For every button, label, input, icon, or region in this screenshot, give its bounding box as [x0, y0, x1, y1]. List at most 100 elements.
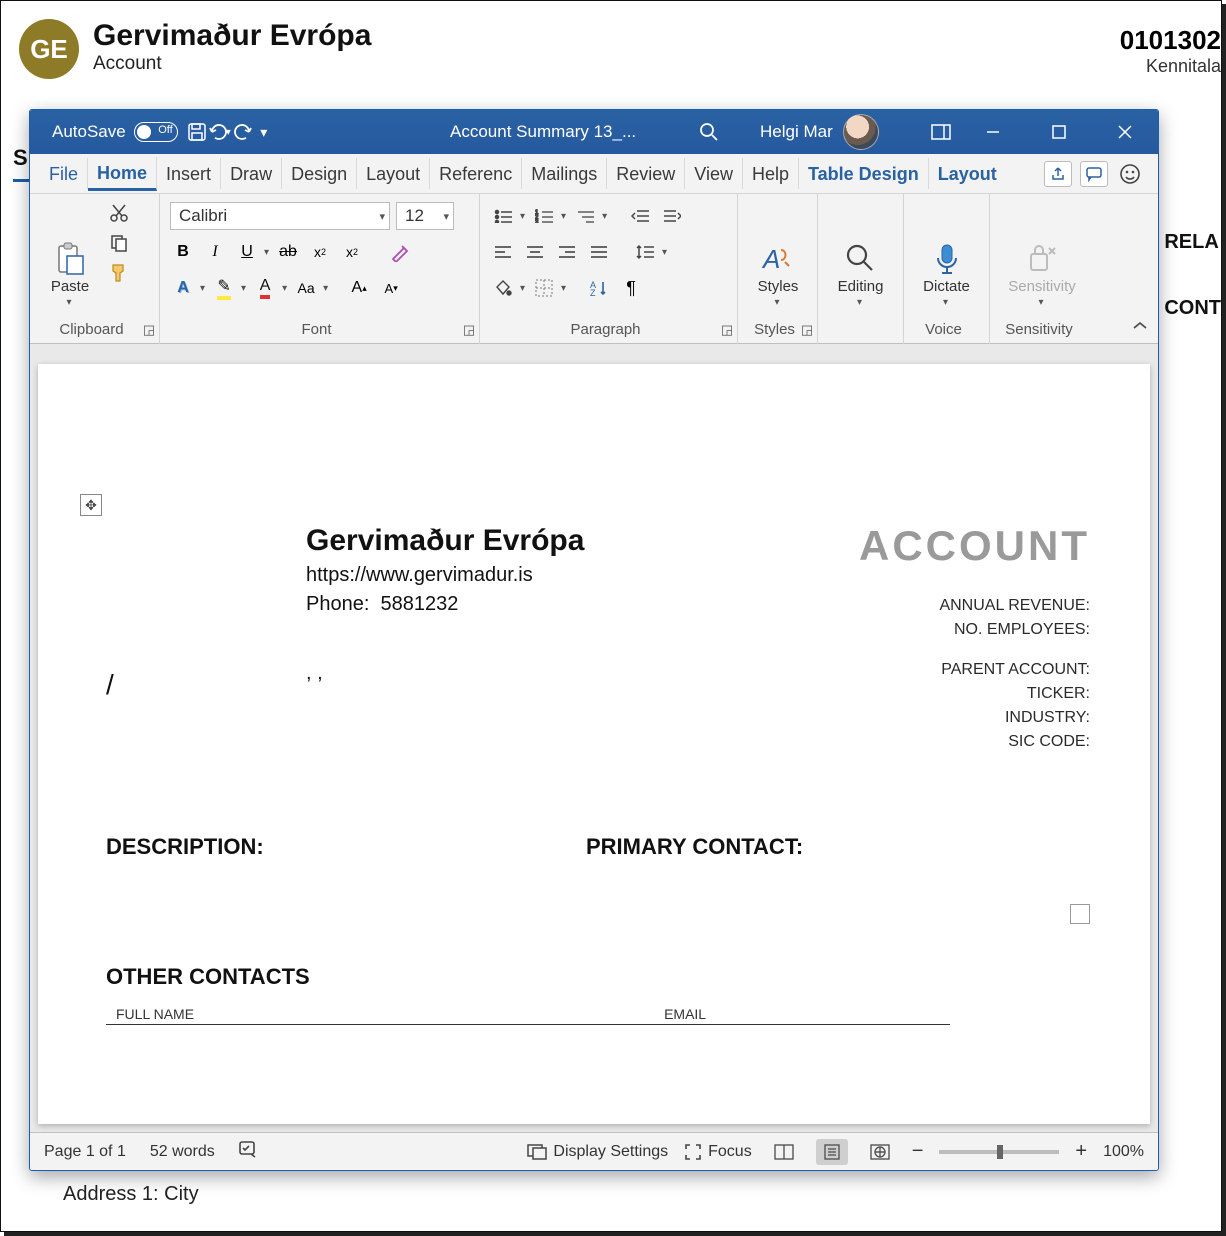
ribbon: Paste ▾ Clipboard ◲ Calibri: [30, 194, 1158, 344]
toggle-icon[interactable]: Off: [134, 122, 178, 142]
read-mode-icon[interactable]: [768, 1139, 800, 1165]
label-no-employees: NO. EMPLOYEES:: [939, 618, 1090, 642]
document-stage[interactable]: ✥ ACCOUNT Gervimaður Evrópa https://www.…: [30, 344, 1158, 1132]
line-spacing-icon[interactable]: [632, 239, 658, 265]
crm-right-cut-contacts[interactable]: CONT: [1164, 285, 1221, 331]
col-full-name: FULL NAME: [116, 1006, 194, 1022]
maximize-button[interactable]: [1026, 110, 1092, 154]
styles-launcher-icon[interactable]: ◲: [799, 322, 815, 338]
zoom-in-button[interactable]: +: [1075, 1140, 1087, 1163]
decrease-indent-icon[interactable]: [627, 203, 653, 229]
focus-button[interactable]: Focus: [684, 1143, 752, 1161]
multilevel-list-icon[interactable]: [572, 203, 598, 229]
tab-review[interactable]: Review: [607, 158, 685, 189]
comments-button[interactable]: [1080, 161, 1108, 187]
copy-icon[interactable]: [106, 230, 132, 256]
strikethrough-button[interactable]: ab: [275, 239, 301, 265]
tab-insert[interactable]: Insert: [157, 158, 221, 189]
format-painter-icon[interactable]: [106, 260, 132, 286]
superscript-button[interactable]: x2: [339, 239, 365, 265]
document-page[interactable]: ✥ ACCOUNT Gervimaður Evrópa https://www.…: [38, 364, 1150, 1124]
font-family-combo[interactable]: Calibri ▾: [170, 202, 390, 230]
search-icon[interactable]: [698, 121, 720, 143]
change-case-button[interactable]: Aa: [293, 275, 319, 301]
autosave-toggle[interactable]: AutoSave Off: [40, 122, 186, 142]
ribbon-display-icon[interactable]: [930, 121, 952, 143]
tab-home[interactable]: Home: [88, 157, 157, 191]
tab-design[interactable]: Design: [282, 158, 357, 189]
window-title: Account Summary 13_...: [450, 122, 636, 142]
highlight-icon[interactable]: ✎: [211, 275, 237, 301]
crm-id-label: Kennitala: [1120, 56, 1221, 77]
clipboard-launcher-icon[interactable]: ◲: [141, 322, 157, 338]
zoom-out-button[interactable]: −: [912, 1140, 924, 1163]
table-move-handle-icon[interactable]: ✥: [80, 494, 102, 516]
zoom-slider[interactable]: [939, 1150, 1059, 1154]
dictate-button[interactable]: Dictate ▾: [914, 200, 979, 308]
tab-mailings[interactable]: Mailings: [522, 158, 607, 189]
qat-customize-icon[interactable]: ▾: [253, 121, 275, 143]
styles-button[interactable]: A Styles ▾: [748, 200, 808, 308]
minimize-button[interactable]: [960, 110, 1026, 154]
tab-table-layout[interactable]: Layout: [929, 158, 1006, 189]
web-layout-icon[interactable]: [864, 1139, 896, 1165]
collapse-ribbon-icon[interactable]: [1132, 319, 1148, 335]
tab-layout[interactable]: Layout: [357, 158, 430, 189]
show-hide-paragraph-icon[interactable]: ¶: [618, 275, 644, 301]
svg-text:Z: Z: [590, 288, 596, 296]
sort-icon[interactable]: AZ: [586, 275, 612, 301]
close-button[interactable]: [1092, 110, 1158, 154]
editing-button[interactable]: Editing ▾: [828, 200, 893, 308]
bold-button[interactable]: B: [170, 239, 196, 265]
borders-icon[interactable]: [531, 275, 557, 301]
increase-indent-icon[interactable]: [659, 203, 685, 229]
clear-formatting-icon[interactable]: [387, 239, 413, 265]
feedback-smile-icon[interactable]: [1116, 160, 1144, 188]
align-center-icon[interactable]: [522, 239, 548, 265]
print-layout-icon[interactable]: [816, 1139, 848, 1165]
share-button[interactable]: [1044, 161, 1072, 187]
ribbon-tabs: File Home Insert Draw Design Layout Refe…: [30, 154, 1158, 194]
tab-help[interactable]: Help: [743, 158, 799, 189]
text-effects-icon[interactable]: A: [170, 275, 196, 301]
underline-button[interactable]: U: [234, 239, 260, 265]
align-right-icon[interactable]: [554, 239, 580, 265]
shading-icon[interactable]: [490, 275, 516, 301]
font-launcher-icon[interactable]: ◲: [461, 322, 477, 338]
align-left-icon[interactable]: [490, 239, 516, 265]
grow-font-button[interactable]: A▴: [346, 275, 372, 301]
shrink-font-button[interactable]: A▾: [378, 275, 404, 301]
label-annual-revenue: ANNUAL REVENUE:: [939, 594, 1090, 618]
tab-draw[interactable]: Draw: [221, 158, 282, 189]
doc-account-heading: ACCOUNT: [859, 522, 1090, 570]
cut-icon[interactable]: [106, 200, 132, 226]
redo-icon[interactable]: [231, 121, 253, 143]
status-words[interactable]: 52 words: [150, 1143, 215, 1161]
display-settings-button[interactable]: Display Settings: [527, 1143, 668, 1161]
justify-icon[interactable]: [586, 239, 612, 265]
italic-button[interactable]: I: [202, 239, 228, 265]
font-color-icon[interactable]: A: [252, 275, 278, 301]
spellcheck-icon[interactable]: [239, 1140, 259, 1163]
user-avatar[interactable]: [843, 114, 879, 150]
tab-view[interactable]: View: [685, 158, 743, 189]
paragraph-launcher-icon[interactable]: ◲: [719, 322, 735, 338]
tab-table-design[interactable]: Table Design: [799, 158, 929, 189]
bullets-icon[interactable]: [490, 203, 516, 229]
font-size-combo[interactable]: 12 ▾: [396, 202, 454, 230]
numbering-icon[interactable]: 123: [531, 203, 557, 229]
chevron-down-icon: ▾: [443, 210, 449, 223]
subscript-button[interactable]: x2: [307, 239, 333, 265]
crm-right-cut-related[interactable]: RELA: [1164, 219, 1221, 265]
tab-references[interactable]: Referenc: [430, 158, 522, 189]
chevron-down-icon: ▾: [774, 297, 779, 308]
zoom-value[interactable]: 100%: [1103, 1143, 1144, 1161]
autosave-state: Off: [158, 124, 172, 136]
group-clipboard-title: Clipboard: [30, 321, 153, 338]
status-page[interactable]: Page 1 of 1: [44, 1143, 126, 1161]
tab-file[interactable]: File: [40, 158, 88, 189]
paste-button[interactable]: Paste ▾: [40, 200, 100, 308]
label-industry: INDUSTRY:: [939, 706, 1090, 730]
save-icon[interactable]: [186, 121, 208, 143]
address-1-city-label: Address 1: City: [63, 1183, 199, 1206]
